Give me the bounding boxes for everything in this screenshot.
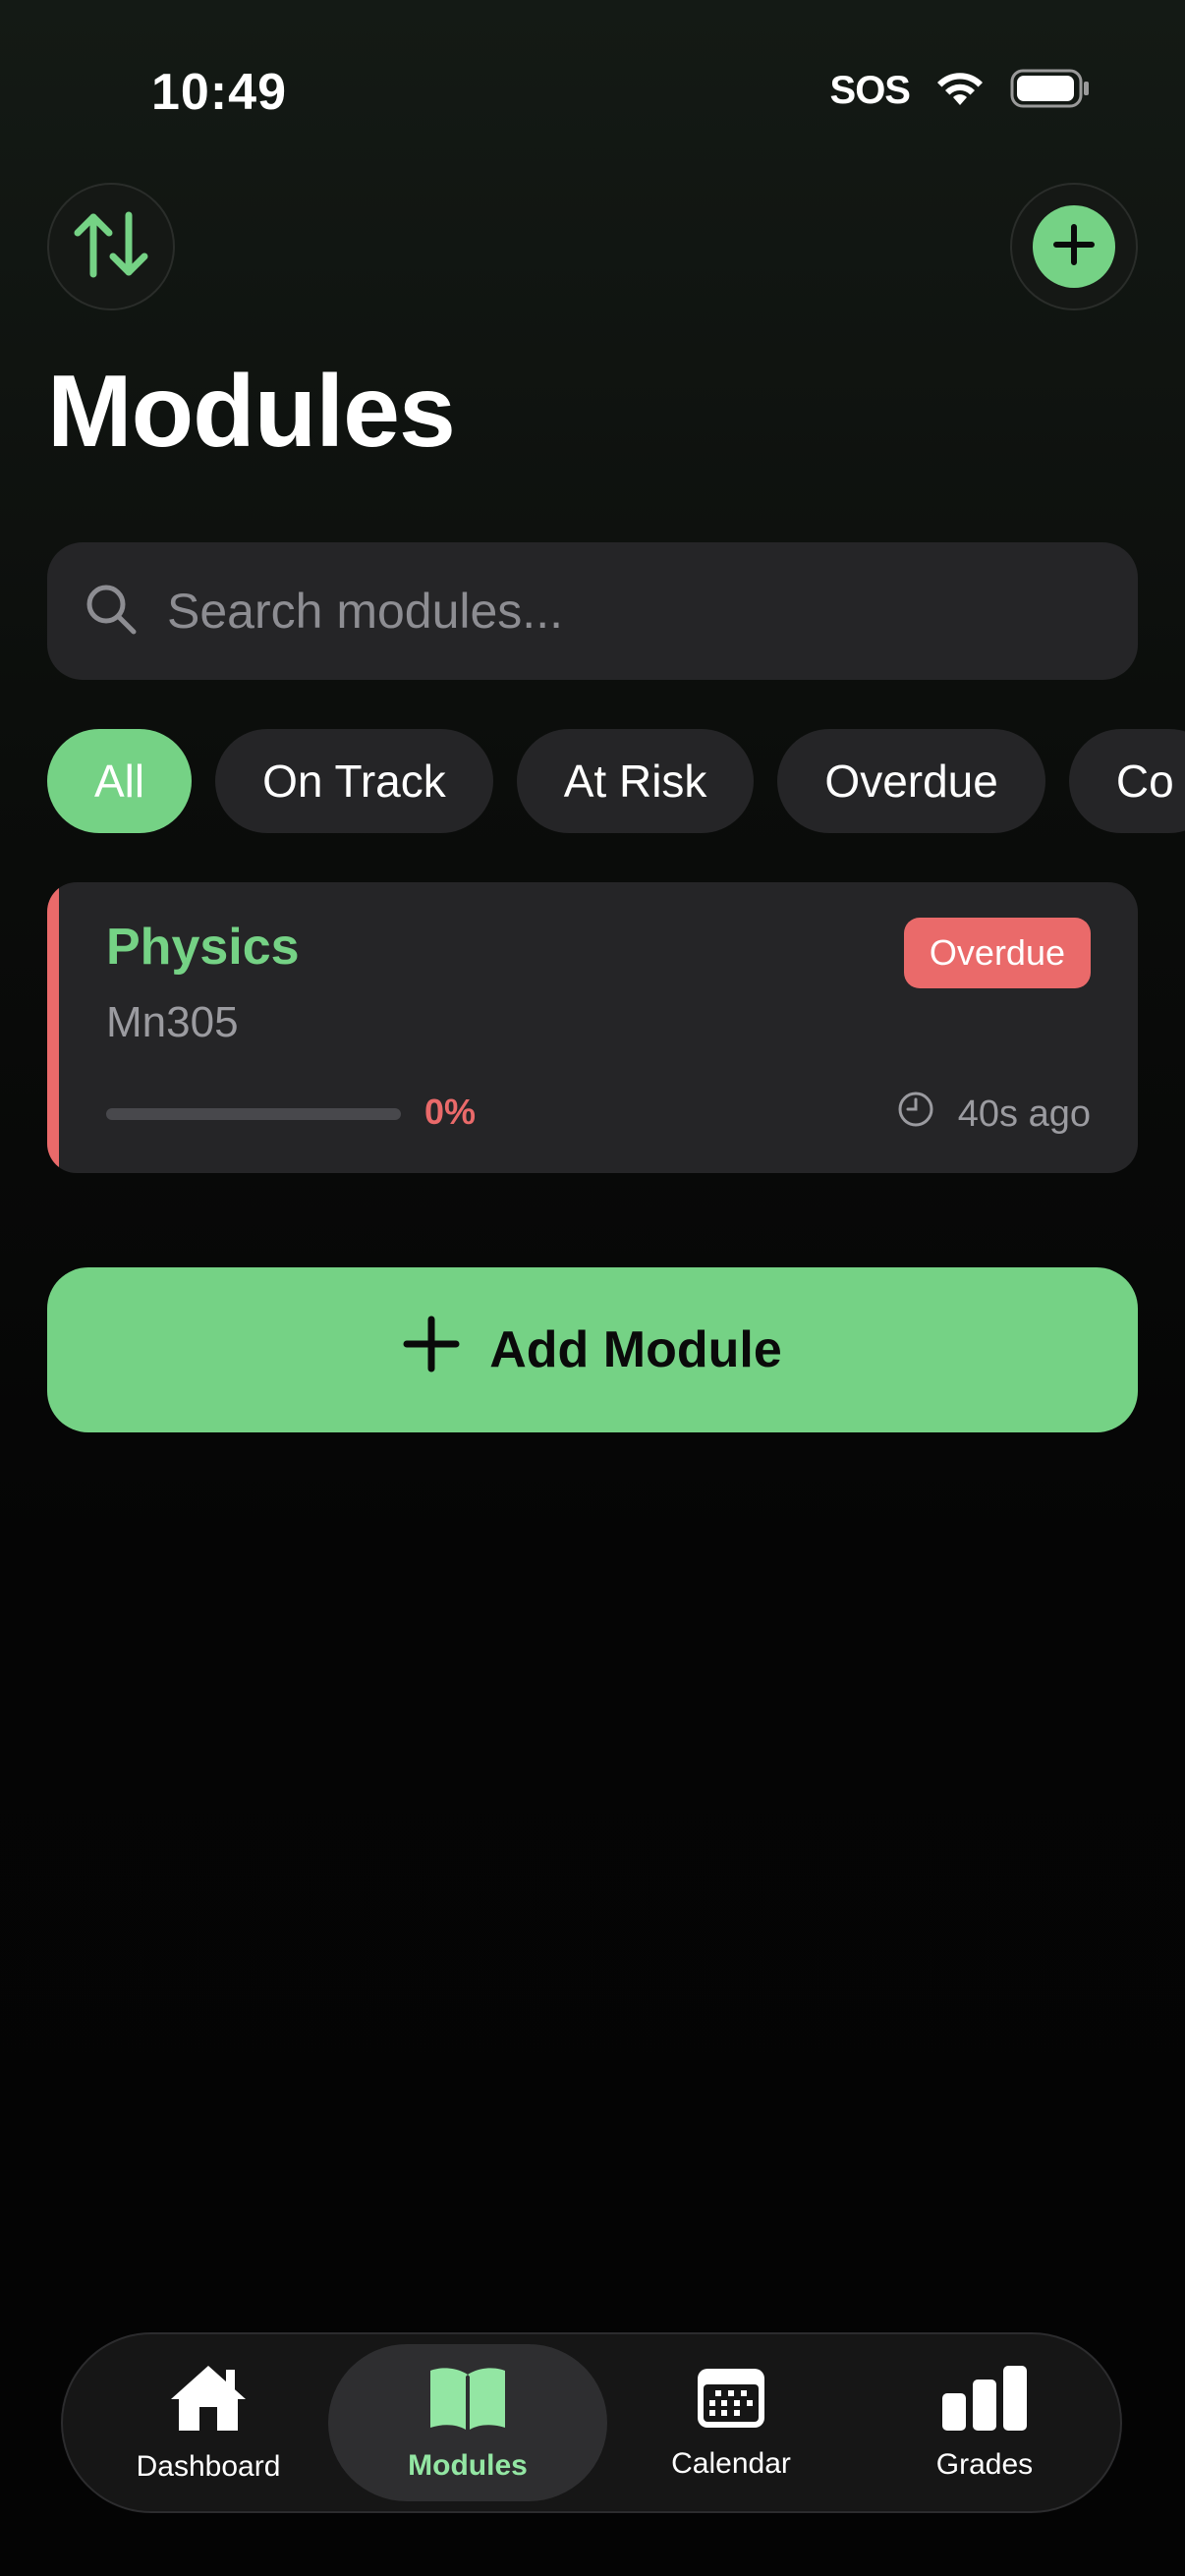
last-updated: 40s ago [897,1091,1091,1138]
house-icon [167,2362,250,2440]
bar-chart-icon [940,2364,1029,2438]
sort-button[interactable] [47,183,175,310]
search-input[interactable] [165,582,1053,641]
add-module-label: Add Module [489,1321,782,1378]
battery-icon [1010,69,1091,113]
tab-label: Modules [408,2449,528,2482]
tab-label: Dashboard [136,2450,281,2483]
tab-grades[interactable]: Grades [867,2344,1102,2501]
wifi-icon [935,70,985,112]
search-bar[interactable] [47,542,1138,680]
calendar-icon [696,2365,766,2437]
clock-icon [897,1091,934,1138]
last-updated-text: 40s ago [957,1092,1091,1135]
filter-chip-on-track[interactable]: On Track [215,729,493,833]
tab-bar: Dashboard Modules Calendar Grades [61,2332,1122,2513]
tab-calendar[interactable]: Calendar [613,2344,849,2501]
filter-chip-overdue[interactable]: Overdue [777,729,1045,833]
search-icon [85,583,138,641]
book-icon [426,2363,509,2439]
module-card[interactable]: Physics Mn305 Overdue 0% 40s ago [47,882,1138,1173]
status-accent-bar [47,882,59,1173]
sos-indicator: SOS [829,69,911,112]
tab-modules[interactable]: Modules [328,2344,607,2501]
tab-label: Grades [935,2448,1034,2481]
tab-label: Calendar [671,2447,791,2480]
add-button-circle [1033,205,1115,288]
status-badge: Overdue [903,918,1091,988]
status-time: 10:49 [151,64,287,121]
add-module-icon-button[interactable] [1010,183,1138,310]
plus-icon [1052,223,1096,271]
modules-screen: 10:49 SOS Modules Search modules... All … [0,0,1185,2576]
sort-arrows-icon [70,209,152,285]
plus-icon [403,1316,460,1385]
module-name: Physics [106,919,300,976]
progress-label: 0% [424,1092,477,1132]
tab-dashboard[interactable]: Dashboard [90,2344,326,2501]
progress-bar [106,1108,401,1120]
page-title: Modules [47,355,456,469]
filter-chips: All On Track At Risk Overdue Co [47,729,1185,833]
filter-chip-all[interactable]: All [47,729,193,833]
module-code: Mn305 [106,998,239,1046]
status-icons: SOS [830,69,1091,113]
filter-chip-at-risk[interactable]: At Risk [516,729,755,833]
filter-chip-completed[interactable]: Co [1068,729,1185,833]
add-module-button[interactable]: Add Module [47,1267,1138,1432]
